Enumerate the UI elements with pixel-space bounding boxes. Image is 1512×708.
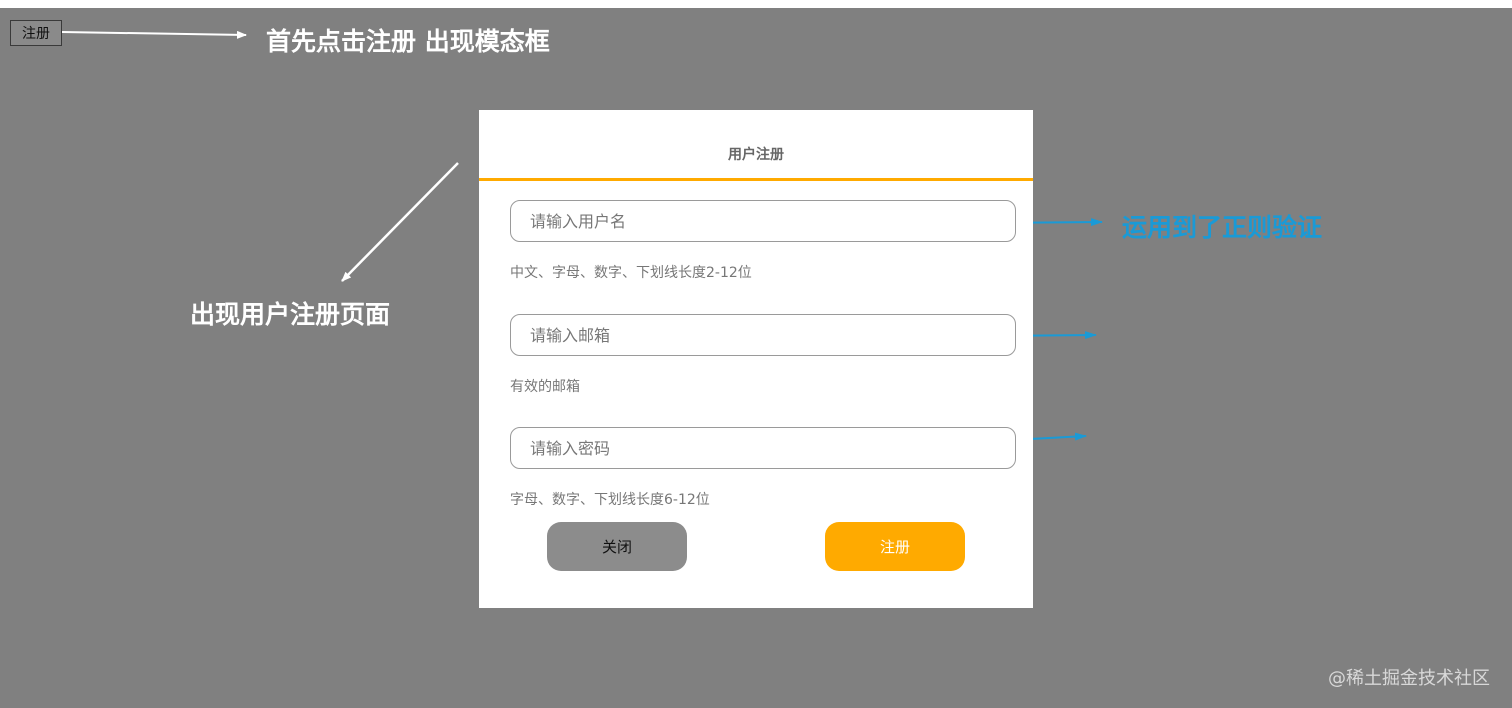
arrow-to-left-label <box>341 162 459 282</box>
register-modal: 用户注册 中文、字母、数字、下划线长度2-12位 有效的邮箱 字母、数字、下划线… <box>479 110 1033 608</box>
email-hint: 有效的邮箱 <box>510 379 580 395</box>
password-input[interactable] <box>510 427 1016 469</box>
modal-divider <box>479 178 1033 181</box>
password-hint: 字母、数字、下划线长度6-12位 <box>510 492 710 508</box>
arrow-to-title <box>61 30 247 39</box>
annotation-top: 首先点击注册 出现模态框 <box>266 27 550 56</box>
annotation-right: 运用到了正则验证 <box>1122 213 1323 242</box>
register-button[interactable]: 注册 <box>825 522 965 571</box>
close-button[interactable]: 关闭 <box>547 522 687 571</box>
annotation-left: 出现用户注册页面 <box>190 300 391 329</box>
watermark: @稀土掘金技术社区 <box>1328 668 1490 689</box>
username-input[interactable] <box>510 200 1016 242</box>
top-strip <box>0 0 1512 8</box>
open-register-button[interactable]: 注册 <box>10 20 62 46</box>
username-hint: 中文、字母、数字、下划线长度2-12位 <box>510 265 752 281</box>
email-input[interactable] <box>510 314 1016 356</box>
modal-title: 用户注册 <box>728 147 784 163</box>
